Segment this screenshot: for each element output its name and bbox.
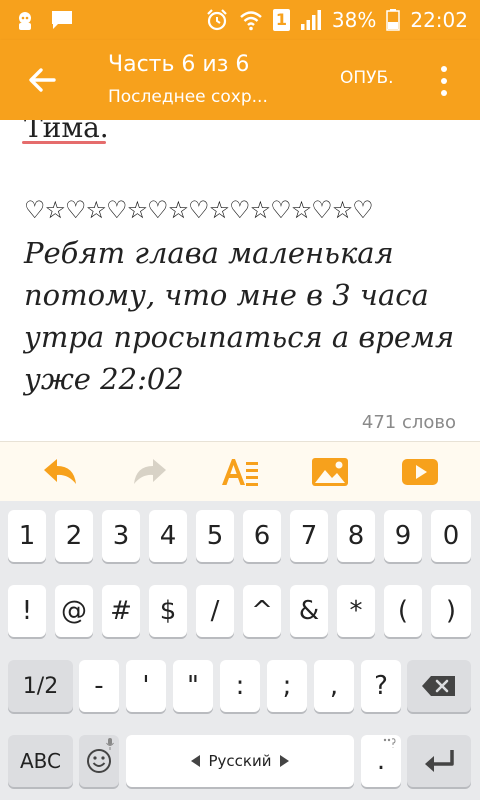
key-exclamation[interactable]: ! — [8, 585, 46, 637]
key-semicolon[interactable]: ; — [267, 660, 307, 712]
key-dollar[interactable]: $ — [149, 585, 187, 637]
key-close-paren[interactable]: ) — [431, 585, 471, 637]
key-ampersand[interactable]: & — [290, 585, 328, 637]
key-3[interactable]: 3 — [102, 510, 140, 562]
format-toolbar — [0, 441, 480, 503]
redo-icon[interactable] — [130, 454, 170, 490]
insert-image-icon[interactable] — [310, 454, 350, 490]
alarm-icon — [207, 9, 227, 31]
enter-key[interactable] — [407, 735, 471, 787]
chapter-text[interactable]: Ребят глава маленькая потому, что мне в … — [24, 232, 464, 400]
key-9[interactable]: 9 — [384, 510, 422, 562]
back-arrow-icon[interactable] — [22, 62, 62, 98]
emoji-key[interactable] — [79, 735, 119, 787]
space-language-label: Русский — [208, 752, 272, 770]
text-format-icon[interactable] — [220, 454, 260, 490]
save-status: Последнее сохр... — [108, 87, 268, 107]
key-open-paren[interactable]: ( — [384, 585, 422, 637]
undo-icon[interactable] — [40, 454, 80, 490]
key-7[interactable]: 7 — [290, 510, 328, 562]
key-6[interactable]: 6 — [243, 510, 281, 562]
backspace-icon — [422, 676, 455, 696]
text-line: утра просыпаться а время — [24, 320, 455, 354]
insert-video-icon[interactable] — [400, 454, 440, 490]
wifi-icon — [240, 11, 262, 31]
app-bar: Часть 6 из 6 Последнее сохр... ОПУБ. — [0, 40, 480, 120]
mic-hint-icon — [106, 738, 114, 750]
arrow-left-icon — [190, 755, 200, 767]
message-icon — [52, 11, 72, 29]
key-0[interactable]: 0 — [431, 510, 471, 562]
key-dash[interactable]: - — [79, 660, 119, 712]
more-punctuation-icon — [383, 738, 396, 748]
word-count: 471 слово — [361, 412, 456, 433]
abc-toggle-key[interactable]: ABC — [8, 735, 73, 787]
text-line: потому, что мне в 3 часа — [24, 278, 429, 312]
key-question[interactable]: ? — [361, 660, 401, 712]
backspace-key[interactable] — [407, 660, 471, 712]
title-block: Часть 6 из 6 Последнее сохр... — [108, 52, 268, 107]
key-apostrophe[interactable]: ' — [126, 660, 166, 712]
key-hash[interactable]: # — [102, 585, 140, 637]
editor-content[interactable]: Тима. ♡☆♡☆♡☆♡☆♡☆♡☆♡☆♡☆♡ Ребят глава мале… — [0, 120, 480, 438]
key-caret[interactable]: ^ — [243, 585, 281, 637]
enter-icon — [425, 750, 454, 772]
key-asterisk[interactable]: * — [337, 585, 375, 637]
emoji-icon — [87, 749, 111, 773]
decoration-line: ♡☆♡☆♡☆♡☆♡☆♡☆♡☆♡☆♡ — [24, 196, 374, 224]
key-8[interactable]: 8 — [337, 510, 375, 562]
more-options-icon[interactable] — [438, 64, 450, 98]
spellcheck-underline — [22, 141, 106, 144]
key-5[interactable]: 5 — [196, 510, 234, 562]
key-slash[interactable]: / — [196, 585, 234, 637]
sim-number: 1 — [275, 10, 287, 29]
key-colon[interactable]: : — [220, 660, 260, 712]
app-notification-icon — [19, 12, 31, 30]
symbols-page-toggle[interactable]: 1/2 — [8, 660, 73, 712]
space-bar[interactable]: Русский — [126, 735, 354, 787]
battery-percent: 38% — [331, 8, 377, 32]
key-quote[interactable]: " — [173, 660, 213, 712]
clock: 22:02 — [410, 8, 468, 32]
key-comma[interactable]: , — [314, 660, 354, 712]
text-line: уже 22:02 — [24, 362, 184, 396]
key-2[interactable]: 2 — [55, 510, 93, 562]
keyboard: 1 2 3 4 5 6 7 8 9 0 ! @ # $ / ^ & * ( ) … — [0, 501, 480, 800]
sim-slot-badge: 1 — [272, 9, 290, 31]
key-1[interactable]: 1 — [8, 510, 46, 562]
battery-icon — [386, 9, 401, 31]
publish-button[interactable]: ОПУБ. — [340, 68, 394, 88]
arrow-right-icon — [280, 755, 290, 767]
part-title: Часть 6 из 6 — [108, 52, 250, 77]
text-line: Ребят глава маленькая — [24, 236, 394, 270]
signal-icon — [300, 10, 321, 30]
key-at[interactable]: @ — [55, 585, 93, 637]
key-period[interactable]: . — [361, 735, 401, 787]
status-bar: 1 38% 22:02 — [0, 0, 480, 40]
key-4[interactable]: 4 — [149, 510, 187, 562]
